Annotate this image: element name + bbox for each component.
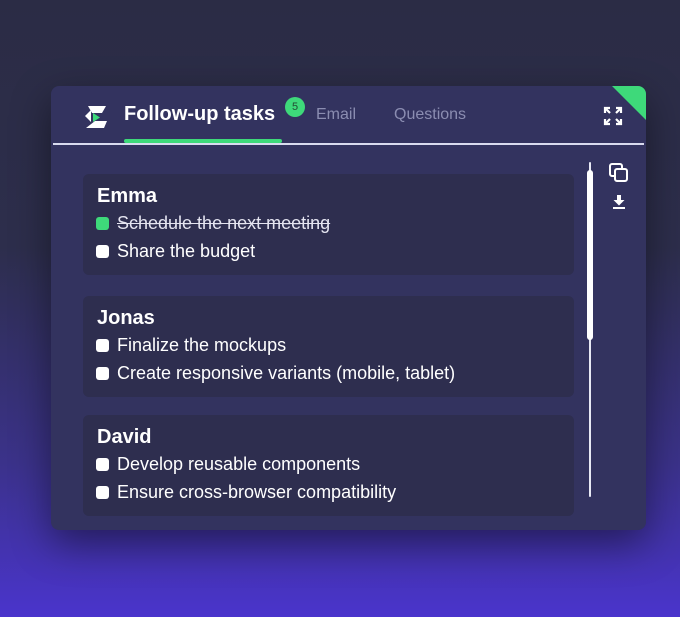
task-label: Develop reusable components <box>117 453 361 474</box>
task-checkbox[interactable] <box>96 338 109 352</box>
task-checkbox[interactable] <box>96 366 109 380</box>
person-card-emma: Emma Schedule the next meeting Share the… <box>83 174 574 275</box>
person-name: Emma <box>97 185 158 207</box>
task-checkbox[interactable] <box>96 244 109 258</box>
task-label: Ensure cross-browser compatibility <box>117 481 397 502</box>
person-card-jonas: Jonas Finalize the mockups Create respon… <box>83 296 574 397</box>
task-checkbox[interactable] <box>96 457 109 471</box>
task-checkbox[interactable] <box>96 485 109 499</box>
task-count-badge: 5 <box>285 97 305 117</box>
brand-logo-icon <box>85 106 107 128</box>
task-label: Finalize the mockups <box>117 334 287 355</box>
scrollbar-thumb[interactable] <box>587 170 593 340</box>
person-card-david: David Develop reusable components Ensure… <box>83 415 574 516</box>
task-label: Schedule the next meeting <box>117 212 331 233</box>
task-label: Create responsive variants (mobile, tabl… <box>117 362 456 383</box>
task-item[interactable]: Create responsive variants (mobile, tabl… <box>96 362 455 384</box>
task-item[interactable]: Develop reusable components <box>96 453 360 475</box>
tab-questions[interactable]: Questions <box>394 106 466 124</box>
header-divider <box>53 143 644 145</box>
follow-up-panel: Follow-up tasks 5 Email Questions Emma S… <box>51 86 646 530</box>
task-item[interactable]: Finalize the mockups <box>96 334 286 356</box>
task-item[interactable]: Share the budget <box>96 240 255 262</box>
tab-follow-up-tasks[interactable]: Follow-up tasks <box>124 103 275 126</box>
task-item[interactable]: Schedule the next meeting <box>96 212 330 234</box>
tab-email[interactable]: Email <box>316 106 356 124</box>
task-checkbox-checked[interactable] <box>96 216 109 230</box>
copy-icon[interactable] <box>608 162 630 184</box>
person-name: David <box>97 426 152 448</box>
expand-icon[interactable] <box>603 106 623 126</box>
person-name: Jonas <box>97 307 155 329</box>
task-item[interactable]: Ensure cross-browser compatibility <box>96 481 396 503</box>
task-label: Share the budget <box>117 240 256 261</box>
download-icon[interactable] <box>612 194 626 210</box>
